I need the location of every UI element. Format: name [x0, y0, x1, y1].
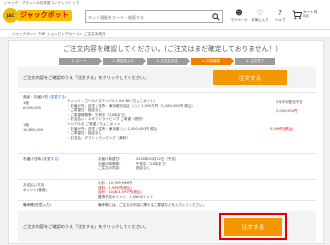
delivery-value-1: 2016年04月12日（予定） [136, 157, 179, 161]
delivery-section-label: お届け日時 (変更する) [23, 157, 59, 162]
remarks-text: 備考欄には、ご注文の内容に関するご要望などを入力してください。 [98, 203, 207, 207]
delivery-change-link[interactable]: (変更する) [42, 157, 59, 161]
product-details-col: ティッソ・ゴールドステンドS 1.0ct BV (ちょこポット) ・お届け先：自… [67, 99, 195, 140]
confirm-text-bottom: ご注文内容をご確認のうえ「注文する」をクリックしてください。 [23, 224, 149, 229]
mypage-link[interactable]: ☻ マイページ [228, 9, 250, 22]
help-label: ヘルプ [274, 18, 286, 22]
remarks-label: 備考欄(任意入力) [23, 203, 51, 207]
logo-badge: JAC [3, 8, 18, 23]
cart-icon [292, 10, 302, 20]
favorites-link[interactable]: ♡ お気に入り [249, 9, 271, 22]
search-icon [211, 12, 220, 21]
points-label: ポイント(使用) [23, 187, 47, 192]
price-2: 10,800,000 [23, 127, 44, 132]
header-tagline: ジャック・プラットの日本語コンテンツトップ [4, 1, 80, 5]
product-section-label: 商品・お届け先 (変更する) [23, 95, 67, 100]
favorites-label: お気に入り [251, 18, 269, 22]
confirm-box-bottom: ご注文内容をご確認のうえ「注文する」をクリックしてください。 注文する [18, 211, 316, 242]
product-price-2: 5,099円(税込) [270, 127, 294, 131]
checkout-steps: 1. カート 2. 配送先入力 3. お支払方法 4. 内容確認 5. 注文完了 [59, 58, 275, 65]
mypage-label: マイページ [230, 18, 248, 22]
order-button-highlight: 注文する [219, 213, 287, 240]
totals-values: 小計：10,799,998円 送料：1,599円(税込) 合計：10,801,5… [98, 181, 154, 199]
remarks-section: 備考欄(任意入力) 備考欄には、ご注文の内容に関するご要望などを入力してください… [18, 200, 316, 210]
logo-text: ジャックポット [17, 10, 72, 21]
totals-section: お支払い方法 ポイント(使用) 小計：10,799,998円 送料：1,599円… [18, 179, 316, 199]
confirm-box-top: ご注文内容をご確認のうえ「注文する」をクリックしてください。 注文する [18, 67, 316, 88]
step-shipping: 2. 配送先入力 [103, 58, 146, 65]
cart-count: 0点 [303, 14, 309, 19]
cart-label: カート内 0点 [303, 10, 317, 19]
delivery-keys: お届け希望日： お届け時間帯： ご注文の内容： [98, 157, 123, 171]
page-title: ご注文内容を確認してください。(ご注文はまだ確定しておりません！) [63, 45, 279, 53]
order-button-top[interactable]: 注文する [213, 70, 287, 85]
product-label: 商品・お届け先 [23, 95, 49, 99]
step-payment: 3. お支払方法 [147, 58, 190, 65]
payment-method-label: お支払い方法 [23, 183, 44, 187]
step-cart: 1. カート [59, 58, 102, 65]
delivery-note: 5月中旬配送予定 [276, 100, 303, 104]
help-link[interactable]: ? ヘルプ [269, 9, 291, 22]
site-header: ジャック・プラットの日本語コンテンツトップ JAC ジャックポット ☻ マイペー… [0, 0, 330, 30]
order-button-bottom[interactable]: 注文する [224, 217, 282, 236]
delivery-section: お届け日時 (変更する) お届け希望日： お届け時間帯： ご注文の内容： 201… [18, 153, 316, 178]
search-button[interactable] [210, 12, 221, 21]
site-logo[interactable]: JAC ジャックポット [3, 8, 72, 23]
product-price-1: 5,000,000円 [276, 109, 298, 113]
price-1: 6,000,000 [23, 105, 41, 110]
question-icon: ? [278, 9, 282, 17]
breadcrumb-separator: > [42, 31, 46, 36]
search-input[interactable] [88, 13, 206, 21]
order-confirmation-card: ご注文内容を確認してください。(ご注文はまだ確定しておりません！) 1. カート… [8, 40, 324, 244]
delivery-key-1: お届け希望日： [98, 157, 123, 161]
step-complete: 5. 注文完了 [235, 58, 275, 65]
confirm-text-top: ご注文内容をご確認のうえ「注文する」をクリックしてください。 [23, 75, 149, 80]
delivery-value-3: 指定なし [136, 166, 150, 171]
breadcrumb-item-cart[interactable]: ショッピングカート [47, 32, 79, 37]
product-detail-7: ・お支払：ギフト / ラッピング（無料） [67, 135, 130, 140]
product-change-link[interactable]: (変更する) [49, 95, 66, 99]
product-section: 商品・お届け先 (変更する) 1個 6,000,000 1個 10,800,00… [18, 92, 316, 152]
user-icon: ☻ [235, 9, 243, 17]
breadcrumb-item-checkout: ご注文手続き [84, 31, 106, 36]
delivery-values: 2016年04月12日（予定） 午前中（12時まで） 指定なし [136, 157, 178, 171]
product-quantity-col: 1個 6,000,000 1個 10,800,000 [23, 101, 43, 132]
earned-points: 獲得予定ポイント：1,080ポイント [98, 194, 154, 199]
breadcrumb-item-top[interactable]: ジャックポット TOP [12, 32, 45, 37]
breadcrumb-separator: > [79, 31, 83, 36]
step-confirm: 4. 内容確認 [191, 58, 234, 65]
search-box [85, 10, 223, 23]
delivery-key-3: ご注文の内容： [98, 166, 123, 171]
breadcrumb: ジャックポット TOP > ショッピングカート > ご注文手続き [0, 30, 330, 38]
totals-labels: お支払い方法 ポイント(使用) [23, 183, 47, 192]
delivery-label: お届け日時 [23, 157, 41, 161]
heart-icon: ♡ [256, 9, 264, 17]
